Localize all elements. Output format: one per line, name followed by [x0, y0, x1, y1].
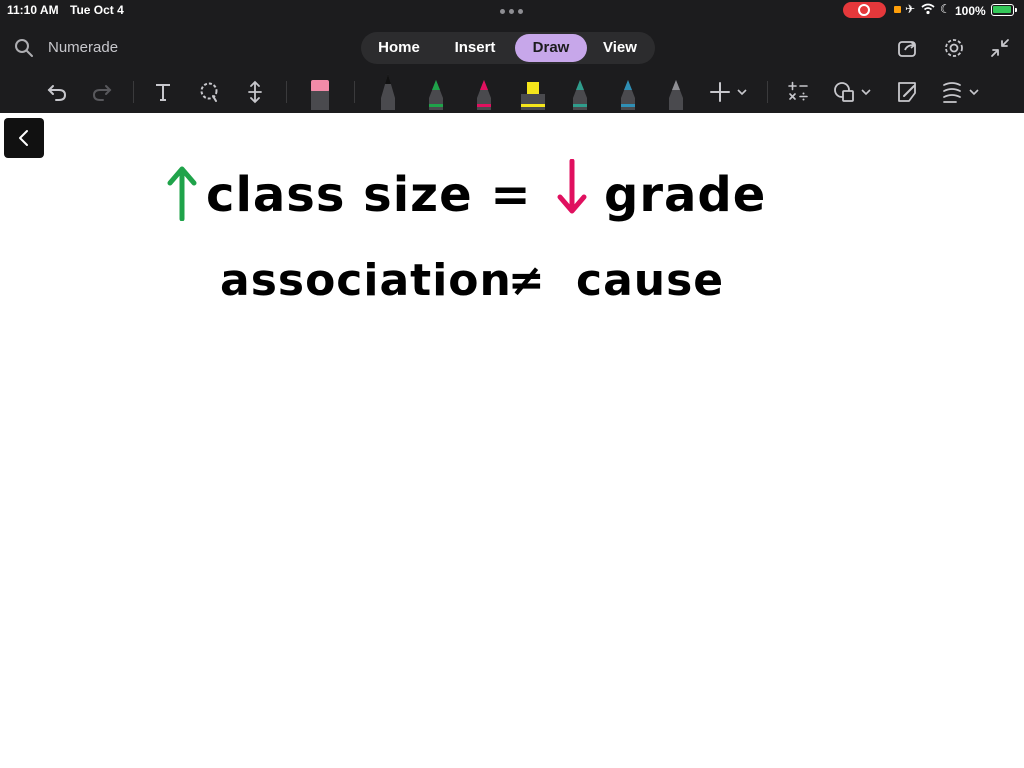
green-pen-icon[interactable] — [424, 74, 448, 110]
status-time: 11:10 AM — [7, 3, 59, 17]
handwriting-association: association — [220, 255, 512, 306]
blue-pen-icon[interactable] — [616, 74, 640, 110]
tab-draw[interactable]: Draw — [515, 34, 587, 62]
lasso-icon[interactable] — [197, 78, 221, 106]
microphone-indicator-icon — [894, 6, 901, 13]
shapes-icon[interactable] — [832, 78, 874, 106]
draw-toolbar — [0, 72, 1024, 112]
toolbar-divider — [286, 81, 287, 103]
magenta-down-arrow — [557, 159, 587, 214]
screen-recording-icon[interactable] — [843, 2, 886, 18]
do-not-disturb-icon: ☾ — [940, 2, 951, 16]
add-pen-icon[interactable] — [708, 78, 750, 106]
space-insert-icon[interactable] — [243, 78, 267, 106]
wifi-icon — [921, 3, 935, 15]
redo-icon[interactable] — [89, 78, 115, 106]
handwriting-class-size: class size = — [206, 167, 532, 223]
pencil-icon[interactable] — [664, 74, 688, 110]
toolbar-divider — [354, 81, 355, 103]
eraser-icon[interactable] — [308, 74, 332, 110]
math-icon[interactable] — [786, 78, 810, 106]
collapse-icon[interactable] — [989, 37, 1011, 59]
magenta-pen-icon[interactable] — [472, 74, 496, 110]
status-bar: 11:10 AM Tue Oct 4 ✈ ☾ 100% — [0, 0, 1024, 20]
handwriting-cause: cause — [576, 255, 725, 306]
airplane-mode-icon: ✈ — [905, 2, 916, 16]
multitasking-icon[interactable] — [500, 9, 524, 15]
handwriting-grade: grade — [604, 167, 767, 223]
undo-icon[interactable] — [44, 78, 70, 106]
drawing-canvas[interactable]: class size = grade association ≠ cause — [0, 113, 1024, 768]
teal-pen-icon[interactable] — [568, 74, 592, 110]
ribbon-tabs: Home Insert Draw View — [361, 32, 655, 64]
search-icon[interactable] — [14, 38, 34, 58]
tab-view[interactable]: View — [591, 34, 649, 62]
tab-home[interactable]: Home — [369, 34, 429, 62]
text-tool-icon[interactable] — [151, 78, 175, 106]
green-up-arrow — [167, 166, 197, 221]
chevron-left-icon — [19, 130, 28, 146]
share-icon[interactable] — [897, 37, 919, 59]
back-button[interactable] — [4, 118, 44, 158]
title-row: Numerade Home Insert Draw View — [0, 28, 1024, 68]
battery-icon — [991, 4, 1017, 16]
status-date: Tue Oct 4 — [70, 3, 124, 17]
yellow-highlighter-icon[interactable] — [519, 74, 547, 110]
gear-icon[interactable] — [943, 37, 965, 59]
battery-percent: 100% — [955, 4, 986, 18]
ink-to-shape-icon[interactable] — [895, 78, 919, 106]
tab-insert[interactable]: Insert — [441, 34, 509, 62]
not-equal-symbol: ≠ — [508, 255, 546, 306]
toolbar-divider — [133, 81, 134, 103]
black-pen-icon[interactable] — [376, 74, 400, 110]
ruler-icon[interactable] — [940, 78, 982, 106]
app-chrome: 11:10 AM Tue Oct 4 ✈ ☾ 100% Numerade Hom… — [0, 0, 1024, 113]
toolbar-divider — [767, 81, 768, 103]
app-title[interactable]: Numerade — [48, 39, 118, 56]
